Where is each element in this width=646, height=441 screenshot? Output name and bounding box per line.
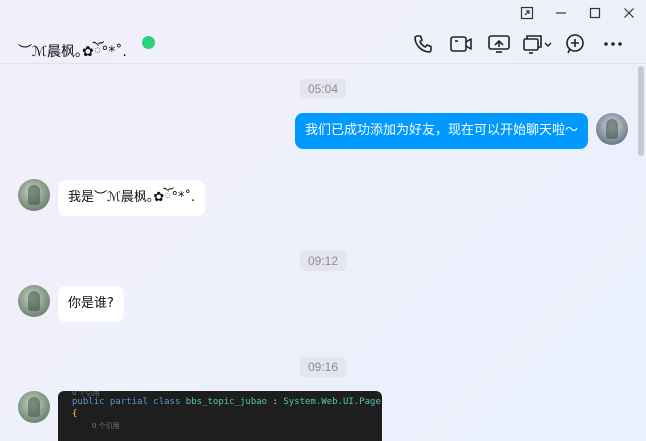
phone-icon[interactable]	[404, 30, 442, 58]
timestamp: 05:04	[0, 79, 646, 99]
close-icon[interactable]	[612, 0, 646, 26]
code-line: public partial class bbs_topic_jubao : S…	[72, 396, 381, 408]
timestamp: 09:16	[0, 357, 646, 377]
video-icon[interactable]	[442, 30, 480, 58]
window-controls	[510, 0, 646, 26]
code-reference-hint: 0 个引用	[92, 422, 120, 430]
code-base-class: System.Web.UI.Page	[283, 397, 381, 407]
pin-icon[interactable]	[510, 0, 544, 26]
timestamp: 09:12	[0, 251, 646, 271]
remote-assist-icon[interactable]	[518, 30, 556, 58]
avatar[interactable]	[18, 391, 50, 423]
maximize-icon[interactable]	[578, 0, 612, 26]
code-keywords: public partial class	[72, 397, 181, 407]
timestamp-label: 09:16	[299, 357, 347, 377]
code-class-name: bbs_topic_jubao	[185, 397, 268, 407]
avatar[interactable]	[18, 179, 50, 211]
message-bubble-incoming[interactable]: 你是谁?	[58, 286, 124, 322]
code-line: {	[72, 408, 368, 420]
screen-share-icon[interactable]	[480, 30, 518, 58]
avatar[interactable]	[18, 285, 50, 317]
chat-header: ︶ℳ晨枫｡✿ོ°*˚.	[0, 26, 646, 64]
chat-title[interactable]: ︶ℳ晨枫｡✿ོ°*˚.	[18, 35, 127, 75]
online-status-icon	[142, 36, 155, 49]
code-separator: :	[267, 397, 284, 407]
minimize-icon[interactable]	[544, 0, 578, 26]
timestamp-label: 09:12	[299, 251, 347, 271]
chat-toolbar	[404, 30, 632, 58]
more-icon[interactable]	[594, 30, 632, 58]
add-member-icon[interactable]	[556, 30, 594, 58]
message-bubble-incoming[interactable]: 我是︶ℳ晨枫｡✿ོ°*˚.	[58, 180, 206, 216]
code-image-message[interactable]: 0 个引用 public partial class bbs_topic_jub…	[58, 391, 382, 441]
avatar[interactable]	[596, 113, 628, 145]
timestamp-label: 05:04	[299, 79, 347, 99]
code-brace: {	[72, 409, 78, 419]
message-bubble-outgoing[interactable]: 我们已成功添加为好友，现在可以开始聊天啦～	[294, 113, 588, 149]
